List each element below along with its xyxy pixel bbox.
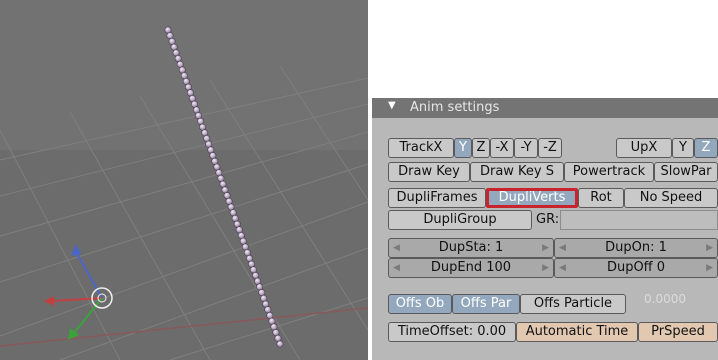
track-neg-y-button[interactable]: -Y (514, 138, 538, 158)
decrement-arrow-icon[interactable]: ◀ (559, 239, 566, 257)
increment-arrow-icon[interactable]: ▶ (542, 259, 549, 277)
dupligroup-button[interactable]: DupliGroup (388, 210, 532, 230)
upx-button[interactable]: UpX (616, 138, 672, 158)
dupli-vertex-sphere (219, 180, 227, 188)
offset-value-readout: 0.0000 (644, 292, 686, 306)
dupend-value: DupEnd 100 (430, 260, 512, 275)
up-y-button[interactable]: Y (672, 138, 694, 158)
automatic-time-button[interactable]: Automatic Time (516, 322, 638, 342)
rot-button[interactable]: Rot (578, 188, 624, 208)
decrement-arrow-icon[interactable]: ◀ (393, 239, 400, 257)
decrement-arrow-icon[interactable]: ◀ (393, 259, 400, 277)
collapse-triangle-icon[interactable]: ▼ (388, 100, 396, 111)
no-speed-button[interactable]: No Speed (624, 188, 718, 208)
group-field-label: GR: (536, 212, 560, 227)
draw-key-button[interactable]: Draw Key (388, 162, 470, 182)
powertrack-button[interactable]: Powertrack (564, 162, 654, 182)
dupli-vertex-sphere (276, 340, 284, 348)
track-neg-x-button[interactable]: -X (490, 138, 514, 158)
increment-arrow-icon[interactable]: ▶ (706, 239, 713, 257)
decrement-arrow-icon[interactable]: ◀ (559, 259, 566, 277)
timeoffset-field[interactable]: TimeOffset: 0.00 (388, 322, 516, 342)
viewport-canvas (0, 0, 368, 360)
increment-arrow-icon[interactable]: ▶ (706, 259, 713, 277)
trackx-button[interactable]: TrackX (388, 138, 454, 158)
panel-title: Anim settings (410, 100, 500, 115)
dupli-vertex-sphere (241, 243, 249, 251)
slowpar-button[interactable]: SlowPar (654, 162, 718, 182)
offs-ob-button[interactable]: Offs Ob (388, 294, 452, 314)
track-z-button[interactable]: Z (472, 138, 490, 158)
dupsta-field[interactable]: ◀ DupSta: 1 ▶ (388, 238, 554, 258)
dupsta-value: DupSta: 1 (438, 240, 504, 255)
dupli-vertex-sphere (174, 54, 182, 62)
dupliframes-button[interactable]: DupliFrames (388, 188, 486, 208)
dupon-value: DupOn: 1 (605, 240, 667, 255)
prspeed-button[interactable]: PrSpeed (638, 322, 718, 342)
dupliverts-button[interactable]: DupliVerts (486, 188, 578, 208)
dupend-field[interactable]: ◀ DupEnd 100 ▶ (388, 258, 554, 278)
draw-key-s-button[interactable]: Draw Key S (470, 162, 564, 182)
dupli-vertex-sphere (197, 117, 205, 125)
track-y-button[interactable]: Y (454, 138, 472, 158)
anim-settings-panel: ▼ Anim settings TrackX Y Z -X -Y -Z UpX … (372, 98, 718, 360)
track-neg-z-button[interactable]: -Z (538, 138, 562, 158)
offs-par-button[interactable]: Offs Par (452, 294, 520, 314)
panel-header[interactable]: ▼ Anim settings (372, 98, 718, 118)
dupon-field[interactable]: ◀ DupOn: 1 ▶ (554, 238, 718, 258)
3d-viewport[interactable] (0, 0, 368, 360)
dupoff-field[interactable]: ◀ DupOff 0 ▶ (554, 258, 718, 278)
group-name-field[interactable] (560, 210, 718, 230)
offs-particle-button[interactable]: Offs Particle (520, 294, 626, 314)
increment-arrow-icon[interactable]: ▶ (542, 239, 549, 257)
up-z-button[interactable]: Z (694, 138, 718, 158)
dupli-vertex-sphere (264, 306, 272, 314)
dupoff-value: DupOff 0 (606, 260, 666, 275)
